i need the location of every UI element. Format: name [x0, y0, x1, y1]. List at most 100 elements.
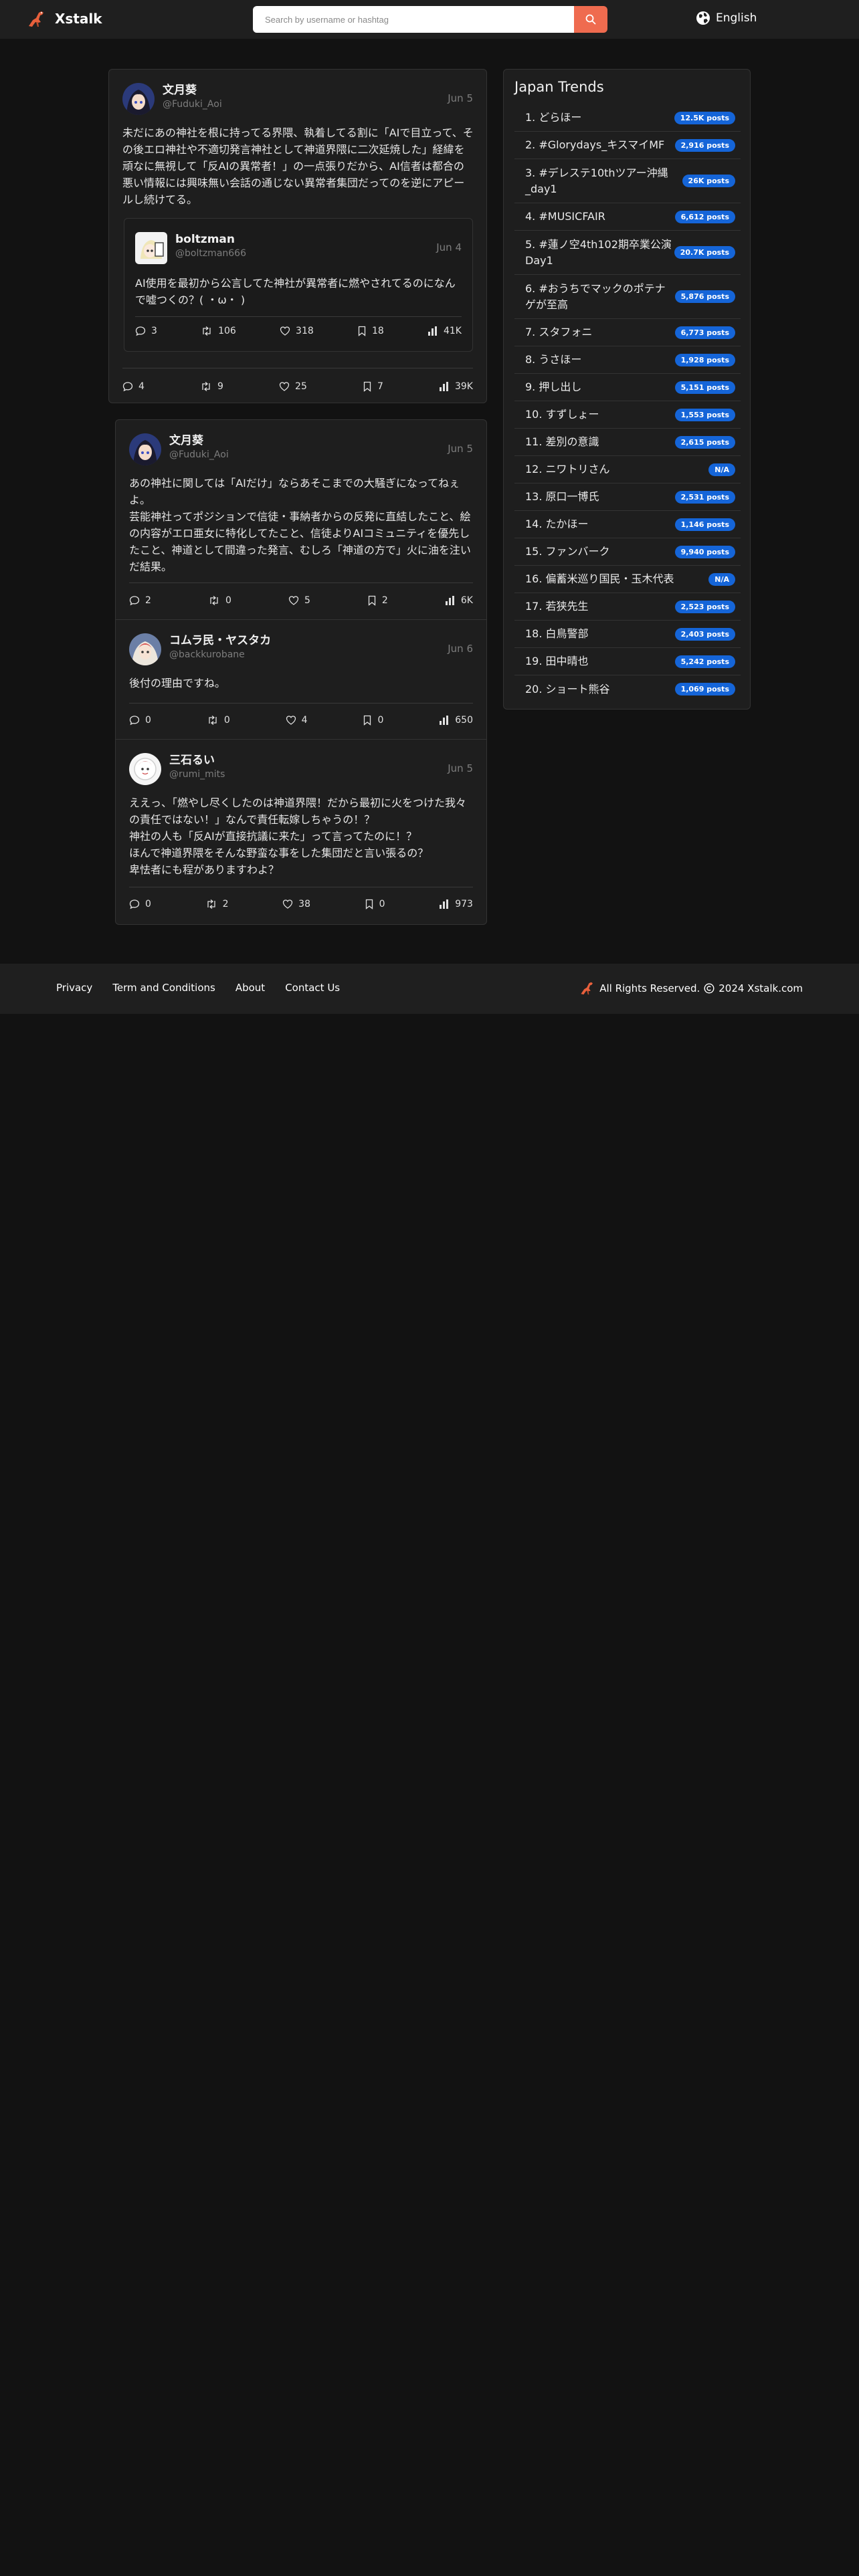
author-handle[interactable]: @backkurobane: [169, 648, 271, 661]
author-name[interactable]: コムラ民・ヤスタカ: [169, 633, 271, 648]
avatar[interactable]: [129, 433, 161, 465]
comment-icon: [129, 596, 140, 606]
trend-item[interactable]: 14. たかほー 1,146 posts: [514, 511, 741, 538]
trend-item[interactable]: 1. どらほー 12.5K posts: [514, 104, 741, 132]
post-count-badge: 2,916 posts: [674, 138, 735, 152]
like-button[interactable]: 318: [280, 326, 314, 336]
author-handle[interactable]: @Fuduki_Aoi: [169, 448, 229, 461]
author-name[interactable]: 文月葵: [169, 433, 229, 448]
trend-item[interactable]: 6. #おうちでマックのポテナゲが至高 5,876 posts: [514, 275, 741, 319]
like-button[interactable]: 5: [288, 595, 310, 606]
trend-item[interactable]: 11. 差別の意識 2,615 posts: [514, 429, 741, 456]
trend-item[interactable]: 7. スタフォニ 6,773 posts: [514, 319, 741, 346]
trend-item[interactable]: 2. #Glorydays_キスマイMF 2,916 posts: [514, 132, 741, 159]
reply-button[interactable]: 0: [129, 899, 151, 909]
heart-icon: [283, 899, 293, 909]
quoted-post[interactable]: boltzman @boltzman666 Jun 4 AI使用を最初から公言し…: [124, 218, 473, 352]
trend-item[interactable]: 17. 若狭先生 2,523 posts: [514, 593, 741, 621]
repost-button[interactable]: 106: [201, 326, 236, 336]
bookmark-icon: [363, 381, 371, 392]
repost-button[interactable]: 0: [207, 715, 230, 726]
bookmark-button[interactable]: 7: [363, 381, 383, 392]
post-count-badge: 20.7K posts: [674, 246, 735, 259]
trend-item[interactable]: 18. 白鳥警部 2,403 posts: [514, 621, 741, 648]
view-count: 973: [455, 899, 473, 909]
repost-button[interactable]: 9: [200, 381, 223, 392]
reply-post[interactable]: 文月葵 @Fuduki_Aoi Jun 5 あの神社に関しては「AIだけ」ならあ…: [115, 419, 487, 620]
footer-link-privacy[interactable]: Privacy: [56, 982, 92, 994]
heart-icon: [286, 716, 296, 725]
logo[interactable]: Xstalk: [27, 10, 102, 27]
trend-item[interactable]: 16. 偏蓄米巡り国民・玉木代表 N/A: [514, 566, 741, 593]
repost-button[interactable]: 2: [205, 899, 229, 909]
trend-item[interactable]: 8. うさほー 1,928 posts: [514, 346, 741, 374]
like-button[interactable]: 25: [279, 381, 307, 392]
avatar[interactable]: [129, 753, 161, 785]
footer-links: Privacy Term and Conditions About Contac…: [56, 982, 340, 994]
bookmark-count: 2: [381, 595, 388, 606]
trend-item[interactable]: 9. 押し出し 5,151 posts: [514, 374, 741, 401]
search-input[interactable]: [253, 6, 574, 33]
trend-item[interactable]: 20. ショート熊谷 1,069 posts: [514, 675, 741, 703]
post-count-badge: 6,773 posts: [674, 326, 735, 339]
author-handle[interactable]: @Fuduki_Aoi: [163, 98, 222, 111]
footer-link-about[interactable]: About: [235, 982, 265, 994]
repost-count: 0: [225, 595, 231, 606]
comment-icon: [135, 326, 146, 336]
trend-item[interactable]: 15. ファンバーク 9,940 posts: [514, 538, 741, 566]
post-date: Jun 5: [448, 443, 473, 455]
bookmark-button[interactable]: 18: [357, 326, 384, 336]
reply-button[interactable]: 2: [129, 595, 151, 606]
trend-item[interactable]: 13. 原口一博氏 2,531 posts: [514, 484, 741, 511]
reply-button[interactable]: 3: [135, 326, 157, 336]
footer-link-contact[interactable]: Contact Us: [285, 982, 340, 994]
trend-item[interactable]: 10. すずしょー 1,553 posts: [514, 401, 741, 429]
reply-count: 2: [145, 595, 151, 606]
reply-button[interactable]: 0: [129, 715, 151, 726]
like-count: 25: [295, 381, 307, 392]
bar-chart-icon: [440, 716, 449, 725]
post-count-badge: 2,403 posts: [674, 627, 735, 641]
bookmark-icon: [358, 326, 366, 336]
like-button[interactable]: 4: [286, 715, 308, 726]
author-handle[interactable]: @rumi_mits: [169, 768, 225, 781]
trend-item[interactable]: 3. #デレステ10thツアー沖縄_day1 26K posts: [514, 159, 741, 203]
post-count-badge: 9,940 posts: [674, 545, 735, 558]
language-selector[interactable]: English: [696, 11, 757, 25]
author-name[interactable]: 三石るい: [169, 753, 225, 768]
reply-post[interactable]: コムラ民・ヤスタカ @backkurobane Jun 6 後付の理由ですね。 …: [115, 619, 487, 740]
bar-chart-icon: [445, 596, 454, 605]
trend-item[interactable]: 12. ニワトリさん N/A: [514, 456, 741, 484]
author-name[interactable]: 文月葵: [163, 83, 222, 98]
copyright-icon: [704, 982, 714, 994]
main-post[interactable]: 文月葵 @Fuduki_Aoi Jun 5 未だにあの神社を根に持ってる界隈、執…: [108, 69, 487, 403]
like-count: 318: [296, 326, 314, 336]
trend-item[interactable]: 5. #蓮ノ空4th102期卒業公演Day1 20.7K posts: [514, 231, 741, 275]
footer-link-terms[interactable]: Term and Conditions: [112, 982, 215, 994]
author-handle[interactable]: @boltzman666: [175, 247, 246, 260]
heart-icon: [280, 326, 290, 336]
bookmark-button[interactable]: 0: [363, 715, 383, 726]
post-count-badge: 2,531 posts: [674, 490, 735, 504]
dinosaur-logo-icon: [581, 982, 593, 995]
author-name[interactable]: boltzman: [175, 232, 246, 247]
post-count-badge: 5,876 posts: [674, 290, 735, 303]
avatar[interactable]: [135, 232, 167, 264]
rights-text: All Rights Reserved.: [599, 982, 700, 994]
repost-icon: [203, 326, 211, 336]
like-count: 4: [301, 715, 308, 726]
search-button[interactable]: [574, 6, 607, 33]
bookmark-button[interactable]: 2: [367, 595, 388, 606]
heart-icon: [288, 596, 299, 605]
post-text: AI使用を最初から公言してた神社が異常者に燃やされてるのになんで嘘つくの？( ・…: [135, 277, 456, 306]
trend-item[interactable]: 19. 田中晴也 5,242 posts: [514, 648, 741, 675]
repost-button[interactable]: 0: [208, 595, 231, 606]
trend-item[interactable]: 4. #MUSICFAIR 6,612 posts: [514, 203, 741, 231]
avatar[interactable]: [129, 633, 161, 665]
reply-post[interactable]: 三石るい @rumi_mits Jun 5 ええっ、「燃やし尽くしたのは神道界隈…: [115, 739, 487, 925]
avatar[interactable]: [122, 83, 155, 115]
reply-button[interactable]: 4: [122, 381, 145, 392]
like-button[interactable]: 38: [282, 899, 310, 909]
search-bar: [253, 6, 607, 33]
bookmark-button[interactable]: 0: [365, 899, 385, 909]
